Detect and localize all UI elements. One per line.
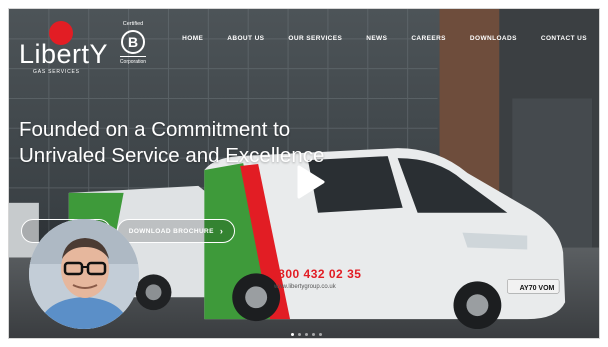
presenter-photo <box>29 219 139 329</box>
slider-dot-3[interactable] <box>305 333 308 336</box>
slider-dot-5[interactable] <box>319 333 322 336</box>
bcorp-corporation-text: Corporation <box>119 59 147 65</box>
chevron-right-icon: › <box>219 226 224 236</box>
nav-downloads[interactable]: DOWNLOADS <box>458 35 529 42</box>
hero-frame: 0800 432 02 35 www.libertygroup.co.uk AY… <box>8 8 600 339</box>
nav-news[interactable]: NEWS <box>354 35 399 42</box>
van-website: www.libertygroup.co.uk <box>274 284 336 290</box>
logo-tagline: GAS SERVICES <box>33 69 80 75</box>
nav-about-us[interactable]: ABOUT US <box>215 35 276 42</box>
bcorp-b-icon: B <box>121 30 145 54</box>
download-brochure-label: DOWNLOAD BROCHURE <box>128 227 214 235</box>
hero-banner: 0800 432 02 35 www.libertygroup.co.uk AY… <box>9 9 599 338</box>
play-video-icon[interactable] <box>289 162 329 202</box>
slider-dot-2[interactable] <box>298 333 301 336</box>
presenter-video-avatar[interactable] <box>29 219 139 329</box>
nav-home[interactable]: HOME <box>170 35 215 42</box>
logo-wordmark: LibertY <box>19 39 109 69</box>
van-phone-number: 0800 432 02 35 <box>271 267 362 281</box>
nav-our-services[interactable]: OUR SERVICES <box>276 35 354 42</box>
main-navigation: HOME ABOUT US OUR SERVICES NEWS CAREERS … <box>170 35 599 42</box>
slider-pagination <box>291 333 322 336</box>
slider-dot-4[interactable] <box>312 333 315 336</box>
download-brochure-button[interactable]: DOWNLOAD BROCHURE › <box>117 219 235 243</box>
bcorp-divider <box>120 56 146 57</box>
slider-dot-1[interactable] <box>291 333 294 336</box>
liberty-logo[interactable]: LibertY GAS SERVICES <box>19 21 108 75</box>
nav-contact-us[interactable]: CONTACT US <box>529 35 599 42</box>
nav-careers[interactable]: CAREERS <box>399 35 458 42</box>
bcorp-certified-text: Certified <box>122 21 144 27</box>
van-number-plate: AY70 VOM <box>519 285 555 292</box>
b-corp-badge: Certified B Corporation <box>115 21 151 73</box>
